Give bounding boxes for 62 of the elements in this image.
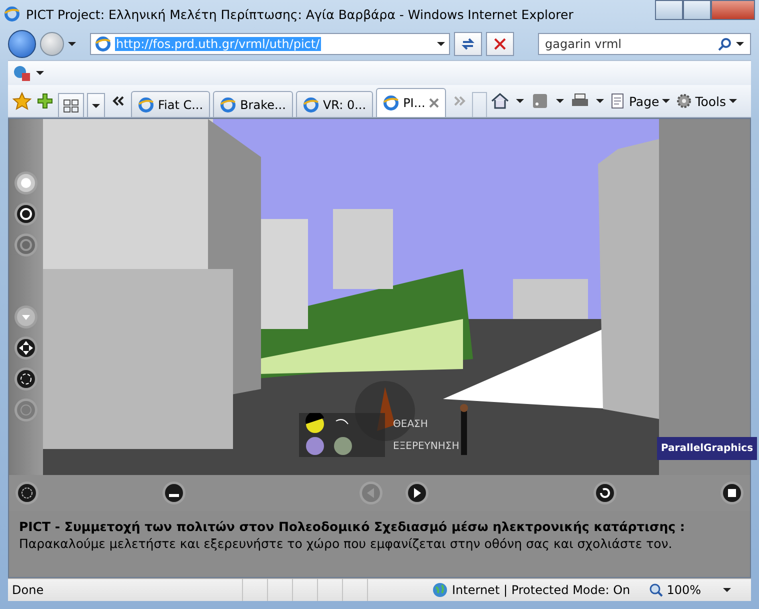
browser-icon [302, 96, 319, 112]
hud-label[interactable]: ΘΕΑΣΗ [393, 419, 428, 430]
caret-icon[interactable] [596, 98, 604, 104]
light-button-icon[interactable] [14, 171, 38, 195]
caret-icon[interactable] [556, 98, 564, 104]
grid-icon[interactable] [63, 98, 79, 112]
home-icon[interactable] [490, 91, 510, 111]
description-text: Παρακαλούμε μελετήστε και εξερευνήστε το χώρο που εμφανίζεται στην οθόνη σας και σχολιάστε τον. [19, 536, 674, 551]
quick-tabs-button[interactable] [58, 93, 84, 117]
refresh-icon[interactable] [461, 37, 475, 51]
tab-list-button[interactable] [87, 93, 105, 117]
browser-icon [383, 95, 400, 111]
play-button-icon[interactable] [404, 481, 429, 505]
browser-icon [138, 96, 154, 112]
logo: ParallelGraphics [657, 437, 758, 460]
description-heading: PICT - Συμμετοχή των πολιτών στον Πολεοδομικό Σχεδιασμό μέσω ηλεκτρονικής κατάρτισης : [19, 519, 686, 534]
gear-icon[interactable] [676, 93, 692, 109]
add-favorite-icon[interactable] [35, 91, 55, 111]
search-field[interactable]: gagarin vrml [538, 33, 751, 55]
caret-icon[interactable] [36, 70, 44, 76]
rotate-button-icon[interactable] [14, 367, 38, 391]
refresh-button[interactable] [454, 32, 482, 56]
reset-button-icon[interactable] [593, 481, 618, 505]
command-menu-button[interactable]: Tools [676, 93, 737, 109]
close-tab-icon[interactable] [429, 98, 440, 108]
caret-icon[interactable] [92, 102, 100, 108]
caret-icon[interactable] [736, 41, 744, 47]
maximize-button[interactable] [683, 0, 711, 20]
favorites-star-icon[interactable] [12, 91, 32, 111]
scene-drawing[interactable] [43, 119, 659, 475]
command-menu-button[interactable]: Page [610, 93, 670, 109]
window-title: PICT Project: Ελληνική Μελέτη Περίπτωσης: Αγία Βαρβάρα - Windows Internet Explorer [26, 6, 574, 22]
browser-icon [4, 6, 20, 22]
target-button-icon[interactable] [15, 481, 39, 505]
browser-tab[interactable]: VR: 0... [296, 91, 374, 117]
caret-icon[interactable] [662, 98, 670, 104]
minimize-button[interactable] [655, 0, 683, 20]
status-text: Done [11, 583, 45, 597]
caret-icon[interactable] [729, 98, 737, 104]
hud-label[interactable]: ΕΞΕΡΕΥΝΗΣΗ [393, 441, 460, 452]
stop-icon[interactable] [494, 38, 506, 50]
browser-icon [95, 36, 111, 52]
search-icon[interactable] [718, 37, 732, 51]
browser-tab[interactable]: PI... [376, 88, 446, 117]
back-button[interactable] [8, 30, 36, 58]
browser-icon [220, 96, 236, 112]
browser-tab[interactable]: Brake... [213, 91, 293, 117]
globe-icon [432, 582, 448, 598]
caret-icon[interactable] [437, 41, 445, 47]
stop-button[interactable] [486, 32, 514, 56]
caret-icon[interactable] [516, 98, 524, 104]
zoom-icon[interactable] [648, 583, 663, 597]
zoom-control[interactable]: 100% [648, 583, 751, 597]
ring-button-icon[interactable] [14, 202, 38, 226]
security-zone-text[interactable]: Internet | Protected Mode: On [452, 583, 630, 597]
stop-button-icon[interactable] [720, 481, 744, 505]
move-button-icon[interactable] [14, 336, 38, 360]
page-icon[interactable] [610, 93, 626, 109]
caret-icon[interactable] [723, 587, 731, 593]
history-caret-icon[interactable] [68, 41, 76, 47]
browser-tab[interactable]: Fiat C... [131, 91, 210, 117]
down-arrow-button-icon[interactable] [14, 305, 38, 329]
